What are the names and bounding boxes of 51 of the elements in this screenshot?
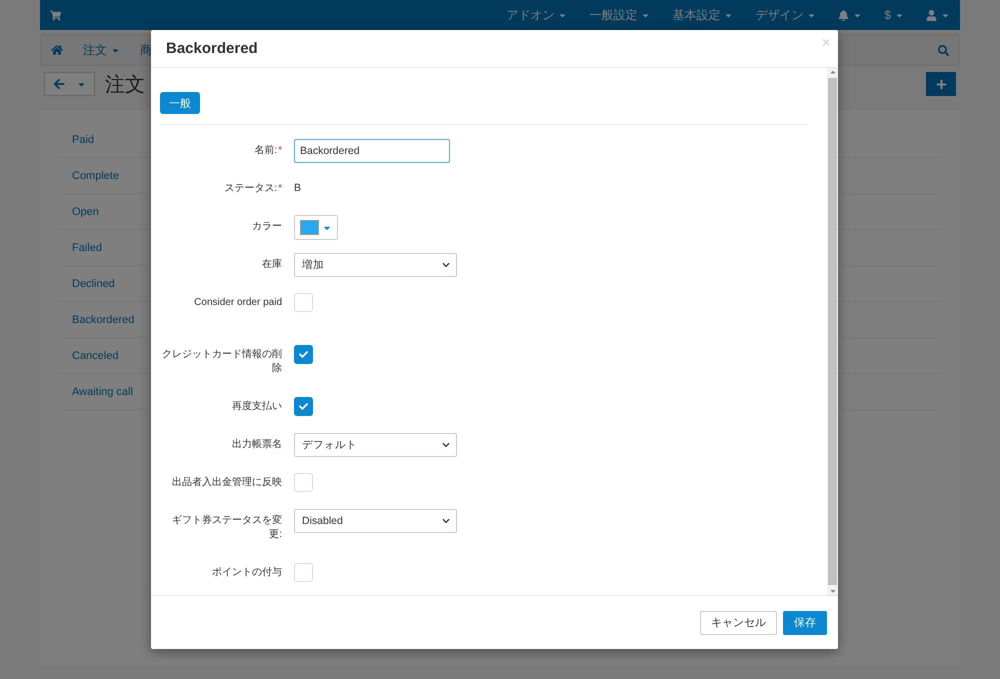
field-label: ポイントの付与 xyxy=(212,566,282,580)
field-label: ステータス: xyxy=(224,182,278,196)
scroll-down-icon xyxy=(828,587,836,595)
checkbox[interactable] xyxy=(294,345,313,364)
status-value: B xyxy=(294,181,302,194)
nav-menu-item[interactable]: 一般設定 xyxy=(589,6,650,24)
field-label: 名前: xyxy=(254,144,278,158)
search-icon[interactable] xyxy=(938,44,949,56)
select-field[interactable]: 増加 xyxy=(294,253,457,277)
cart-icon[interactable] xyxy=(50,10,61,20)
scrollbar[interactable] xyxy=(827,68,838,595)
tab[interactable]: 一般 xyxy=(160,92,200,114)
back-button[interactable] xyxy=(44,72,95,96)
nav-menu-item[interactable]: アドオン xyxy=(506,6,568,24)
select-field[interactable]: デフォルト xyxy=(294,433,457,457)
save-button[interactable]: 保存 xyxy=(783,610,827,634)
checkbox[interactable] xyxy=(294,397,313,416)
currency-menu[interactable]: $ xyxy=(884,8,904,22)
select-field[interactable]: Disabled xyxy=(294,509,457,533)
plus-icon xyxy=(936,78,946,90)
required-mark: * xyxy=(278,182,282,196)
field-label: 再度支払い xyxy=(232,400,282,414)
page-title: 注文 xyxy=(105,72,145,98)
chevron-down-icon xyxy=(442,261,450,269)
arrow-left-icon xyxy=(53,78,65,90)
field-label: 出力帳票名 xyxy=(232,438,282,452)
bell-icon[interactable] xyxy=(838,10,850,20)
home-icon[interactable] xyxy=(51,44,63,56)
chevron-down-icon xyxy=(442,517,450,525)
color-picker[interactable] xyxy=(294,215,338,240)
chevron-down-icon xyxy=(442,441,450,449)
nav-menu-item[interactable]: 基本設定 xyxy=(672,6,734,24)
add-button[interactable] xyxy=(926,72,956,96)
scroll-up-icon xyxy=(828,68,836,76)
required-mark: * xyxy=(278,144,282,158)
cancel-button[interactable]: キャンセル xyxy=(700,610,777,634)
field-label: 出品者入出金管理に反映 xyxy=(172,476,282,490)
check-icon xyxy=(299,350,308,359)
name-input-field[interactable]: Backordered xyxy=(294,139,450,163)
modal-title: Backordered xyxy=(166,40,258,57)
field-label: ギフト券ステータスを変更: xyxy=(171,514,282,542)
field-label: クレジットカード情報の削除 xyxy=(161,348,282,376)
user-icon[interactable] xyxy=(926,10,937,20)
check-icon xyxy=(299,402,308,411)
field-label: 在庫 xyxy=(262,258,282,272)
breadcrumb-menu[interactable]: 注文 xyxy=(83,42,120,58)
nav-menu-item[interactable]: デザイン xyxy=(755,6,816,24)
close-button[interactable]: × xyxy=(822,34,830,50)
field-label: カラー xyxy=(252,220,282,234)
field-label: Consider order paid xyxy=(194,296,282,310)
breadcrumb-menu[interactable]: 商 xyxy=(140,42,152,58)
